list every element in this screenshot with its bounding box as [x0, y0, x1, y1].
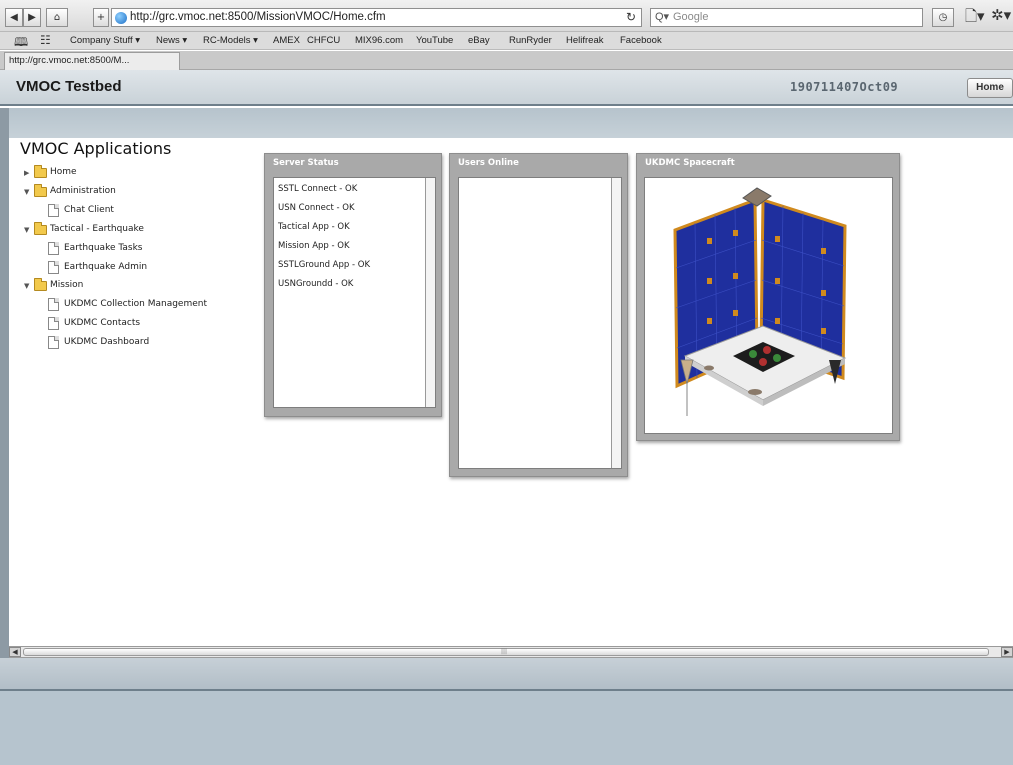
bookmark-mix96[interactable]: MIX96.com [355, 35, 403, 46]
forward-arrow-icon: ▶ [28, 12, 36, 23]
url-field[interactable]: http://grc.vmoc.net:8500/MissionVMOC/Hom… [111, 8, 642, 27]
bookmarks-bar: 🕮 ☷ Company Stuff ▾ News ▾ RC-Models ▾ A… [0, 32, 1013, 50]
server-status-list: SSTL Connect - OK USN Connect - OK Tacti… [273, 177, 436, 408]
collapse-arrow-icon[interactable]: ▼ [24, 282, 29, 290]
browser-tab[interactable]: http://grc.vmoc.net:8500/M... [4, 52, 180, 70]
panel-title: Users Online [458, 158, 519, 168]
folder-icon [34, 165, 47, 178]
plus-icon: + [96, 12, 106, 23]
spacecraft-image [673, 187, 847, 416]
status-line: SSTL Connect - OK [278, 184, 358, 194]
tab-strip: http://grc.vmoc.net:8500/M... [0, 51, 1013, 70]
bookmark-facebook[interactable]: Facebook [620, 35, 662, 46]
document-icon [48, 204, 59, 217]
scroll-right-arrow-icon[interactable]: ▶ [1001, 647, 1013, 657]
back-button[interactable]: ◀ [5, 8, 23, 27]
reload-icon[interactable]: ↻ [626, 9, 636, 26]
document-icon [48, 317, 59, 330]
search-icon: Q▾ [655, 11, 670, 23]
bookmark-chfcu[interactable]: CHFCU [307, 35, 340, 46]
tree-label: Administration [50, 186, 116, 196]
document-icon [48, 242, 59, 255]
bookmark-ebay[interactable]: eBay [468, 35, 490, 46]
tree-label: Home [50, 167, 77, 177]
page-menu-icon[interactable]: 🗋▾ [965, 6, 985, 31]
home-page-button[interactable]: ⌂ [46, 8, 68, 27]
globe-icon [115, 12, 127, 24]
open-folder-icon [34, 278, 47, 291]
document-icon [48, 261, 59, 274]
app-header: VMOC Testbed 190711407Oct09 Home [0, 70, 1013, 106]
applications-title: VMOC Applications [20, 139, 172, 158]
browser-toolbar: ◀ ▶ ⌂ + http://grc.vmoc.net:8500/Mission… [0, 0, 1013, 32]
forward-button[interactable]: ▶ [23, 8, 41, 27]
home-button[interactable]: Home [967, 78, 1013, 98]
tree-label: Earthquake Admin [64, 262, 148, 272]
status-line: USN Connect - OK [278, 203, 355, 213]
bookmark-youtube[interactable]: YouTube [416, 35, 453, 46]
header-band [0, 108, 1013, 138]
grip-icon: ||| [501, 648, 508, 655]
url-text: http://grc.vmoc.net:8500/MissionVMOC/Hom… [130, 11, 386, 23]
left-frame [0, 108, 9, 658]
spacecraft-panel: UKDMC Spacecraft [636, 153, 900, 441]
grid-icon[interactable]: ☷ [40, 33, 51, 47]
back-arrow-icon: ◀ [10, 12, 18, 23]
users-online-panel: Users Online [449, 153, 628, 477]
search-placeholder: Google [673, 11, 709, 23]
scroll-left-arrow-icon[interactable]: ◀ [9, 647, 21, 657]
tree-label: Earthquake Tasks [64, 243, 143, 253]
bottom-area [0, 691, 1013, 765]
house-icon: ⌂ [53, 12, 61, 23]
tree-label: UKDMC Contacts [64, 318, 141, 328]
status-line: Mission App - OK [278, 241, 350, 251]
bookmark-news[interactable]: News ▾ [156, 35, 187, 46]
tree-label: Tactical - Earthquake [50, 224, 144, 234]
users-online-list [458, 177, 622, 469]
history-button[interactable]: ◷ [932, 8, 954, 27]
bookmark-helifreak[interactable]: Helifreak [566, 35, 604, 46]
expand-arrow-icon[interactable]: ▶ [24, 169, 29, 177]
tree-label: UKDMC Collection Management [64, 299, 207, 309]
document-icon [48, 336, 59, 349]
bookmark-rc-models[interactable]: RC-Models ▾ [203, 35, 258, 46]
vertical-scrollbar[interactable] [425, 178, 435, 407]
bookmark-runryder[interactable]: RunRyder [509, 35, 552, 46]
open-folder-icon [34, 222, 47, 235]
tree-label: Chat Client [64, 205, 114, 215]
bookmark-amex[interactable]: AMEX [273, 35, 300, 46]
add-bookmark-button[interactable]: + [93, 8, 109, 27]
clock-icon: ◷ [938, 12, 948, 23]
panel-title: Server Status [273, 158, 339, 168]
status-line: SSTLGround App - OK [278, 260, 371, 270]
vertical-scrollbar[interactable] [611, 178, 621, 468]
status-line: USNGroundd - OK [278, 279, 354, 289]
open-folder-icon [34, 184, 47, 197]
app-title: VMOC Testbed [16, 78, 122, 95]
scroll-thumb[interactable]: ||| [23, 648, 989, 656]
collapse-arrow-icon[interactable]: ▼ [24, 226, 29, 234]
spacecraft-image-frame [644, 177, 893, 434]
status-line: Tactical App - OK [278, 222, 350, 232]
footer-strip [0, 658, 1013, 691]
tree-label: UKDMC Dashboard [64, 337, 150, 347]
search-field[interactable]: Q▾ Google [650, 8, 923, 27]
tree-label: Mission [50, 280, 84, 290]
date-time-group: 190711407Oct09 [790, 80, 899, 94]
horizontal-scrollbar[interactable]: ◀ ||| ▶ [9, 646, 1013, 658]
panel-title: UKDMC Spacecraft [645, 158, 735, 168]
gear-icon[interactable]: ✲▾ [991, 6, 1011, 24]
bookmark-company-stuff[interactable]: Company Stuff ▾ [70, 35, 140, 46]
server-status-panel: Server Status SSTL Connect - OK USN Conn… [264, 153, 442, 417]
collapse-arrow-icon[interactable]: ▼ [24, 188, 29, 196]
document-icon [48, 298, 59, 311]
